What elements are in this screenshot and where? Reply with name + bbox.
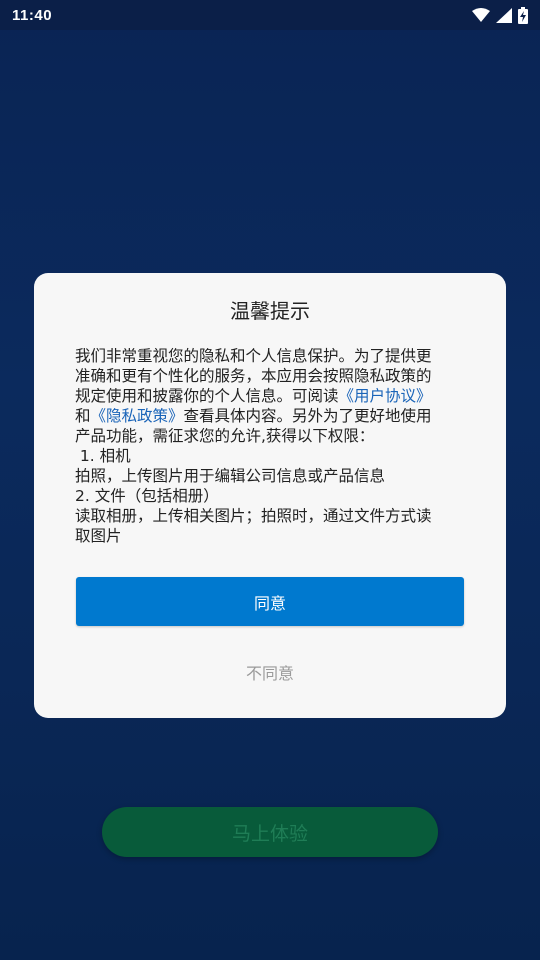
body-line: 我们非常重视您的隐私和个人信息保护。为了提供更 bbox=[75, 347, 432, 365]
disagree-button[interactable]: 不同意 bbox=[76, 652, 464, 692]
body-text: 规定使用和披露你的个人信息。可阅读 bbox=[75, 387, 339, 405]
privacy-policy-link[interactable]: 《隐私政策》 bbox=[91, 407, 184, 425]
dialog-title: 温馨提示 bbox=[230, 299, 310, 323]
body-line: 和《隐私政策》查看具体内容。另外为了更好地使用 bbox=[75, 406, 465, 426]
battery-charging-icon bbox=[518, 6, 528, 24]
status-bar: 11:40 bbox=[0, 0, 540, 30]
status-time: 11:40 bbox=[12, 6, 53, 24]
status-icons bbox=[472, 6, 528, 24]
app-screen: 11:40 马上体验 温馨提示 我们非常重视您的隐私和个人信息保护。为了提供更 … bbox=[0, 0, 540, 960]
privacy-dialog: 温馨提示 我们非常重视您的隐私和个人信息保护。为了提供更 准确和更有个性化的服务… bbox=[34, 273, 506, 718]
permission-files: 2. 文件（包括相册） bbox=[75, 487, 219, 505]
agree-button[interactable]: 同意 bbox=[76, 577, 464, 626]
body-text: 查看具体内容。另外为了更好地使用 bbox=[183, 407, 432, 425]
body-line: 规定使用和披露你的个人信息。可阅读《用户协议》 bbox=[75, 386, 465, 406]
dialog-body: 我们非常重视您的隐私和个人信息保护。为了提供更 准确和更有个性化的服务，本应用会… bbox=[75, 346, 465, 546]
cellular-signal-icon bbox=[496, 7, 512, 23]
permission-camera-desc: 拍照，上传图片用于编辑公司信息或产品信息 bbox=[75, 467, 386, 485]
permission-camera: 1. 相机 bbox=[75, 447, 131, 465]
wifi-icon bbox=[472, 8, 490, 22]
body-text: 和 bbox=[75, 407, 91, 425]
permission-files-desc: 读取相册，上传相关图片；拍照时，通过文件方式读 bbox=[75, 507, 432, 525]
body-line: 产品功能，需征求您的允许,获得以下权限： bbox=[75, 427, 375, 445]
try-now-button[interactable]: 马上体验 bbox=[102, 807, 438, 857]
user-agreement-link[interactable]: 《用户协议》 bbox=[339, 387, 432, 405]
permission-files-desc-cont: 取图片 bbox=[75, 527, 122, 545]
body-line: 准确和更有个性化的服务，本应用会按照隐私政策的 bbox=[75, 367, 432, 385]
